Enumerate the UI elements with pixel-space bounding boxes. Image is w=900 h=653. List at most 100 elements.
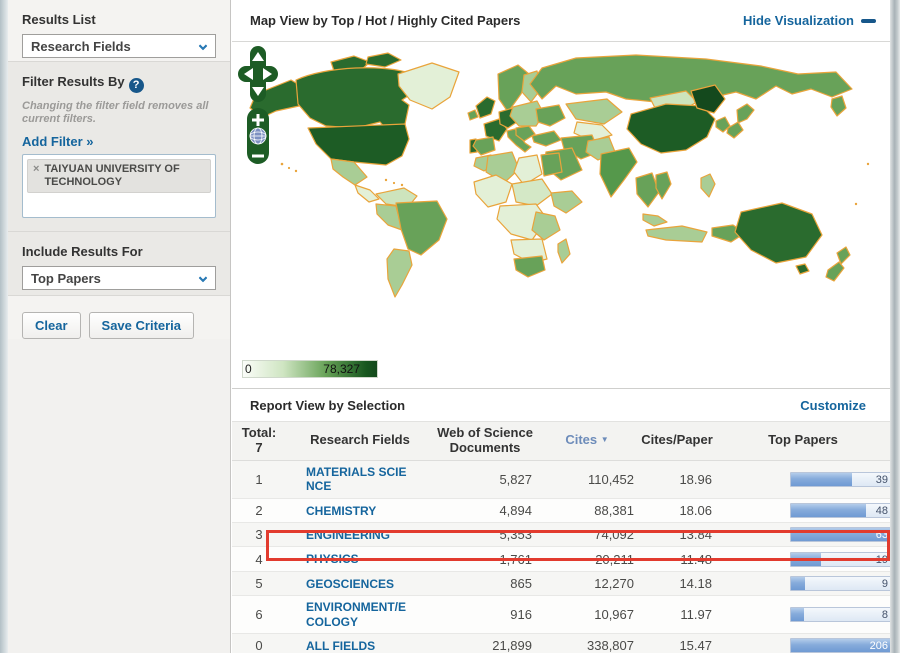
column-header-cites-per-paper[interactable]: Cites/Paper bbox=[638, 421, 716, 461]
research-field-link[interactable]: ENVIRONMENT/ECOLOGY bbox=[306, 600, 412, 629]
row-rank: 5 bbox=[255, 576, 263, 592]
cites-per-paper-value: 18.96 bbox=[679, 471, 712, 487]
world-map[interactable] bbox=[236, 44, 886, 354]
wos-documents-value: 4,894 bbox=[499, 502, 532, 518]
top-papers-bar-fill bbox=[791, 608, 804, 622]
top-papers-bar-fill bbox=[791, 552, 821, 566]
row-rank: 6 bbox=[255, 607, 263, 623]
research-field-link[interactable]: CHEMISTRY bbox=[306, 504, 412, 518]
cites-per-paper-value: 18.06 bbox=[679, 502, 712, 518]
total-header: Total: 7 bbox=[232, 421, 286, 461]
map-zone bbox=[232, 42, 890, 358]
top-papers-value: 48 bbox=[875, 504, 888, 517]
top-papers-bar: 206 bbox=[790, 638, 891, 653]
top-papers-bar: 8 bbox=[790, 607, 891, 623]
map-view-title: Map View by Top / Hot / Highly Cited Pap… bbox=[250, 13, 521, 28]
report-view-title: Report View by Selection bbox=[250, 397, 406, 413]
research-field-link[interactable]: MATERIALS SCIENCE bbox=[306, 465, 412, 494]
results-list-dropdown[interactable]: Research Fields bbox=[22, 34, 216, 58]
research-field-link[interactable]: ALL FIELDS bbox=[306, 639, 412, 653]
top-papers-value: 39 bbox=[875, 473, 888, 486]
filter-title-text: Filter Results By bbox=[22, 74, 125, 89]
table-row: 3 ENGINEERING 5,353 74,092 13.84 63 bbox=[232, 522, 891, 547]
top-papers-bar: 19 bbox=[790, 551, 891, 567]
report-table: Total: 7 Research Fields Web of Science … bbox=[232, 421, 891, 653]
cites-value: 74,092 bbox=[594, 527, 634, 543]
cites-per-paper-value: 13.84 bbox=[679, 527, 712, 543]
filter-section: Filter Results By? Changing the filter f… bbox=[8, 62, 230, 232]
right-scrollbar[interactable] bbox=[890, 0, 900, 653]
top-papers-value: 63 bbox=[875, 529, 888, 542]
table-row: 0 ALL FIELDS 21,899 338,807 15.47 206 bbox=[232, 633, 891, 653]
help-icon[interactable]: ? bbox=[128, 77, 144, 93]
cites-per-paper-value: 14.18 bbox=[679, 576, 712, 592]
chevron-down-icon bbox=[198, 273, 208, 283]
clear-button[interactable]: Clear bbox=[22, 312, 81, 339]
cites-per-paper-value: 11.97 bbox=[680, 607, 712, 623]
cites-header-label: Cites bbox=[565, 432, 598, 448]
left-scrollbar[interactable] bbox=[0, 0, 8, 653]
research-field-link[interactable]: ENGINEERING bbox=[306, 528, 412, 542]
results-list-title: Results List bbox=[22, 12, 96, 27]
sidebar: Results List Research Fields Filter Resu… bbox=[8, 0, 231, 653]
top-papers-value: 9 bbox=[881, 578, 888, 591]
row-rank: 1 bbox=[255, 471, 263, 487]
cites-value: 20,211 bbox=[595, 551, 634, 567]
top-papers-value: 206 bbox=[869, 640, 888, 653]
wos-documents-value: 5,353 bbox=[499, 527, 532, 543]
main-panel: Map View by Top / Hot / Highly Cited Pap… bbox=[232, 0, 891, 653]
column-header-research-fields[interactable]: Research Fields bbox=[286, 421, 434, 461]
chevron-down-icon bbox=[198, 41, 208, 51]
legend-min-value: 0 bbox=[245, 362, 252, 376]
save-criteria-button[interactable]: Save Criteria bbox=[88, 312, 195, 339]
map-view-header: Map View by Top / Hot / Highly Cited Pap… bbox=[232, 0, 890, 42]
pan-control bbox=[238, 46, 278, 102]
filter-tag-label: TAIYUAN UNIVERSITY OF TECHNOLOGY bbox=[44, 163, 180, 189]
remove-filter-icon[interactable]: × bbox=[33, 163, 39, 189]
report-view-header: Report View by Selection Customize bbox=[232, 388, 890, 421]
filter-title: Filter Results By? bbox=[22, 74, 216, 93]
page: Results List Research Fields Filter Resu… bbox=[0, 0, 900, 653]
filter-note: Changing the filter field removes all cu… bbox=[22, 99, 209, 126]
include-results-title: Include Results For bbox=[22, 244, 143, 259]
map-controls[interactable] bbox=[236, 44, 280, 166]
top-papers-bar: 39 bbox=[790, 471, 891, 487]
column-header-cites-sorted[interactable]: Cites ▼ bbox=[536, 421, 638, 461]
add-filter-link[interactable]: Add Filter » bbox=[22, 134, 94, 149]
cites-per-paper-value: 15.47 bbox=[679, 638, 712, 653]
legend-max-value: 78,327 bbox=[323, 362, 360, 376]
table-row: 1 MATERIALS SCIENCE 5,827 110,452 18.96 … bbox=[232, 460, 891, 499]
wos-documents-value: 916 bbox=[510, 607, 532, 623]
customize-link[interactable]: Customize bbox=[800, 398, 866, 413]
top-papers-bar: 9 bbox=[790, 576, 891, 592]
research-field-link[interactable]: PHYSICS bbox=[306, 552, 412, 566]
collapse-minus-icon[interactable] bbox=[861, 18, 876, 23]
total-count: 7 bbox=[255, 439, 263, 455]
research-field-link[interactable]: GEOSCIENCES bbox=[306, 577, 412, 591]
cites-value: 10,967 bbox=[594, 607, 634, 623]
top-papers-value: 8 bbox=[881, 609, 888, 622]
table-row: 5 GEOSCIENCES 865 12,270 14.18 9 bbox=[232, 571, 891, 596]
active-filters-box: × TAIYUAN UNIVERSITY OF TECHNOLOGY bbox=[22, 154, 216, 218]
column-header-top-papers[interactable]: Top Papers bbox=[716, 421, 890, 461]
table-row: 6 ENVIRONMENT/ECOLOGY 916 10,967 11.97 8 bbox=[232, 595, 891, 634]
top-papers-bar: 48 bbox=[790, 502, 891, 518]
row-rank: 4 bbox=[255, 551, 263, 567]
column-header-wos-documents[interactable]: Web of Science Documents bbox=[434, 421, 536, 461]
include-results-dropdown-value: Top Papers bbox=[31, 270, 101, 286]
top-papers-bar: 63 bbox=[790, 527, 891, 543]
total-label: Total: bbox=[241, 425, 277, 440]
sidebar-actions: Clear Save Criteria bbox=[8, 296, 230, 339]
hide-visualization-link[interactable]: Hide Visualization bbox=[743, 13, 854, 28]
cites-value: 338,807 bbox=[587, 638, 634, 653]
table-row: 2 CHEMISTRY 4,894 88,381 18.06 48 bbox=[232, 498, 891, 523]
include-results-section: Include Results For Top Papers bbox=[8, 232, 230, 296]
include-results-dropdown[interactable]: Top Papers bbox=[22, 266, 216, 290]
table-header-row: Total: 7 Research Fields Web of Science … bbox=[232, 421, 890, 461]
top-papers-bar-fill bbox=[791, 503, 867, 517]
cites-value: 110,452 bbox=[587, 471, 634, 487]
filter-tag[interactable]: × TAIYUAN UNIVERSITY OF TECHNOLOGY bbox=[27, 159, 211, 194]
cites-value: 88,381 bbox=[594, 502, 634, 518]
top-papers-bar-fill bbox=[791, 472, 853, 486]
sort-descending-icon: ▼ bbox=[600, 435, 609, 445]
